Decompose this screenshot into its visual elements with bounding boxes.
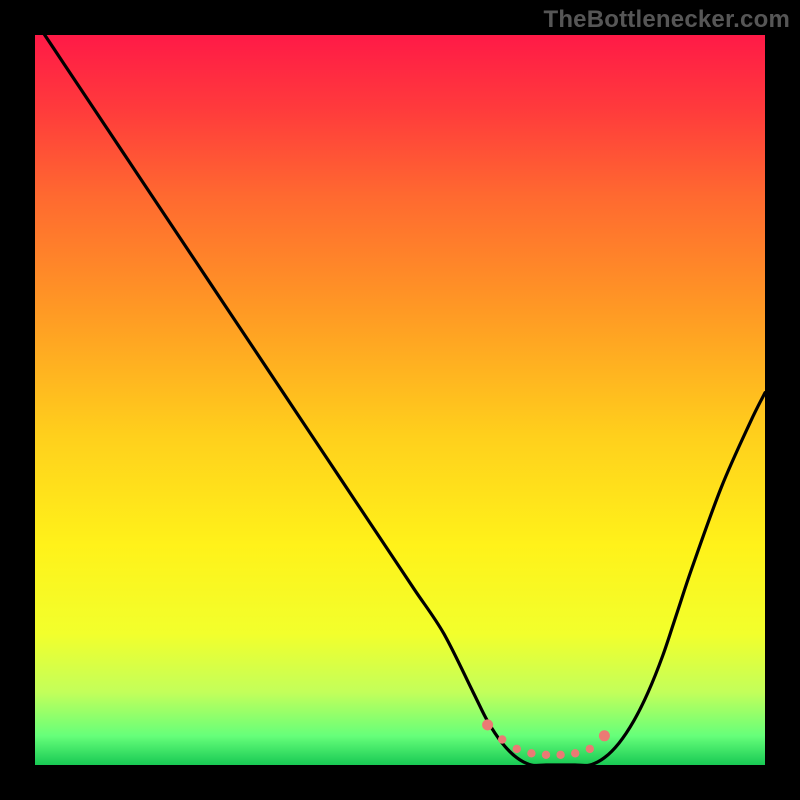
chart-frame: TheBottlenecker.com: [0, 0, 800, 800]
watermark-text: TheBottlenecker.com: [543, 6, 790, 34]
optimal-marker: [571, 749, 579, 757]
optimal-marker: [556, 751, 564, 759]
optimal-marker: [513, 745, 521, 753]
optimal-marker: [527, 749, 535, 757]
chart-curve: [35, 35, 765, 765]
plot-area: [35, 35, 765, 765]
optimal-marker: [542, 751, 550, 759]
optimal-marker: [599, 730, 610, 741]
optimal-marker: [482, 719, 493, 730]
optimal-marker: [498, 735, 506, 743]
optimal-marker: [586, 745, 594, 753]
